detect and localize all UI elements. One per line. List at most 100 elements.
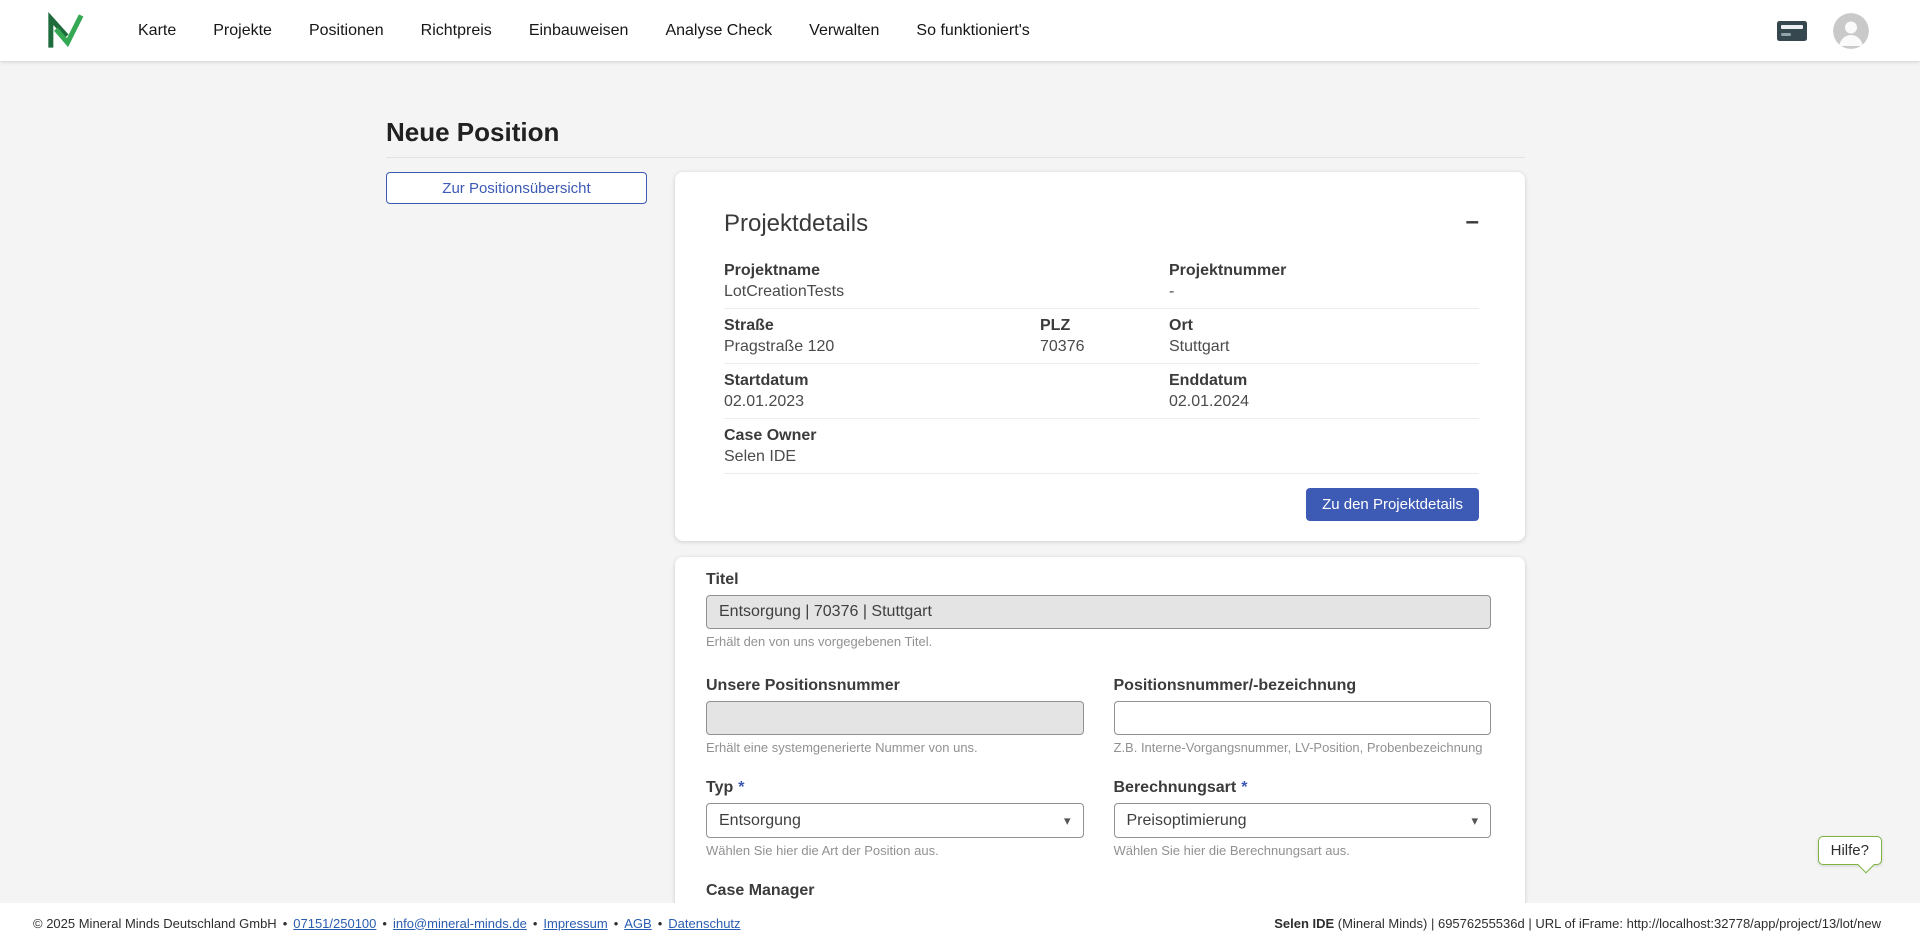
required-asterisk: * — [1241, 779, 1247, 796]
agb-link[interactable]: AGB — [624, 916, 651, 931]
footer-separator: • — [614, 916, 619, 931]
field-label: Ort — [1169, 317, 1479, 335]
page-container: Neue Position Zur Positionsübersicht Pro… — [386, 61, 1525, 903]
positionsnummer-label: Positionsnummer/-bezeichnung — [1114, 677, 1357, 695]
go-to-project-details-button[interactable]: Zu den Projektdetails — [1306, 488, 1479, 521]
project-details-card: Projektdetails – Projektname LotCreation… — [675, 172, 1525, 541]
case-manager-field: Case Manager ▾ — [706, 882, 1084, 903]
project-details-title: Projektdetails — [724, 210, 868, 238]
typ-select-value: Entsorgung — [719, 812, 801, 830]
email-link[interactable]: info@mineral-minds.de — [393, 916, 527, 931]
chevron-down-icon: ▾ — [1064, 813, 1071, 829]
field-label: Straße — [724, 317, 1040, 335]
required-asterisk: * — [738, 779, 744, 796]
typ-label: Typ — [706, 779, 733, 797]
nav-item-richtpreis[interactable]: Richtpreis — [421, 22, 492, 40]
positionsnummer-input[interactable] — [1114, 701, 1492, 735]
main-content: Neue Position Zur Positionsübersicht Pro… — [0, 61, 1920, 903]
datenschutz-link[interactable]: Datenschutz — [668, 916, 740, 931]
field-projektname: Projektname LotCreationTests — [724, 262, 1169, 301]
position-form-card: Titel Erhält den von uns vorgegebenen Ti… — [675, 557, 1525, 903]
nav-item-verwalten[interactable]: Verwalten — [809, 22, 879, 40]
positionsnummer-helper: Z.B. Interne-Vorgangsnummer, LV-Position… — [1114, 740, 1492, 755]
berechnungsart-label: Berechnungsart — [1114, 779, 1237, 797]
field-value: Stuttgart — [1169, 338, 1479, 356]
titel-field: Titel Erhält den von uns vorgegebenen Ti… — [706, 571, 1491, 649]
berechnungsart-select-value: Preisoptimierung — [1127, 812, 1247, 830]
footer-separator: • — [382, 916, 387, 931]
title-divider — [386, 157, 1525, 158]
field-value: 02.01.2023 — [724, 393, 1169, 411]
case-manager-label: Case Manager — [706, 882, 815, 900]
help-button[interactable]: Hilfe? — [1818, 836, 1882, 865]
project-details-header: Projektdetails – — [724, 210, 1479, 238]
collapse-icon[interactable]: – — [1466, 210, 1479, 234]
field-value: Pragstraße 120 — [724, 338, 1040, 356]
footer-separator: • — [658, 916, 663, 931]
user-avatar[interactable] — [1833, 13, 1869, 49]
field-value: LotCreationTests — [724, 283, 1169, 301]
field-label: Projektname — [724, 262, 1169, 280]
positionsnummer-field: Positionsnummer/-bezeichnung Z.B. Intern… — [1114, 677, 1492, 755]
session-user: Selen IDE — [1274, 916, 1334, 931]
nav-item-karte[interactable]: Karte — [138, 22, 176, 40]
field-value: - — [1169, 283, 1479, 301]
person-icon — [1833, 13, 1869, 49]
nav-item-positionen[interactable]: Positionen — [309, 22, 384, 40]
footer-separator: • — [283, 916, 288, 931]
field-projektnummer: Projektnummer - — [1169, 262, 1479, 301]
chevron-down-icon: ▾ — [1471, 813, 1478, 829]
berechnungsart-helper: Wählen Sie hier die Berechnungsart aus. — [1114, 843, 1492, 858]
page-title: Neue Position — [386, 117, 1525, 147]
field-plz: PLZ 70376 — [1040, 317, 1169, 356]
nav-item-so-funktionierts[interactable]: So funktioniert's — [916, 22, 1029, 40]
unsere-positionsnummer-label: Unsere Positionsnummer — [706, 677, 900, 695]
project-details-table: Projektname LotCreationTests Projektnumm… — [724, 254, 1479, 474]
back-to-positions-button[interactable]: Zur Positionsübersicht — [386, 172, 647, 204]
form-grid: Unsere Positionsnummer Erhält eine syste… — [706, 677, 1491, 903]
nav-item-einbauweisen[interactable]: Einbauweisen — [529, 22, 629, 40]
titel-input — [706, 595, 1491, 629]
table-row: Projektname LotCreationTests Projektnumm… — [724, 254, 1479, 309]
field-case-owner: Case Owner Selen IDE — [724, 427, 1169, 466]
field-value: 70376 — [1040, 338, 1169, 356]
server-icon[interactable] — [1777, 21, 1807, 41]
footer-separator: • — [533, 916, 538, 931]
typ-select[interactable]: Entsorgung ▾ — [706, 803, 1084, 838]
field-startdatum: Startdatum 02.01.2023 — [724, 372, 1169, 411]
field-label: Projektnummer — [1169, 262, 1479, 280]
unsere-positionsnummer-field: Unsere Positionsnummer Erhält eine syste… — [706, 677, 1084, 755]
main-column: Projektdetails – Projektname LotCreation… — [675, 172, 1525, 903]
field-enddatum: Enddatum 02.01.2024 — [1169, 372, 1479, 411]
project-details-actions: Zu den Projektdetails — [724, 488, 1479, 521]
top-navigation: Karte Projekte Positionen Richtpreis Ein… — [0, 0, 1920, 61]
nav-item-analyse-check[interactable]: Analyse Check — [665, 22, 772, 40]
titel-label: Titel — [706, 571, 739, 589]
main-nav: Karte Projekte Positionen Richtpreis Ein… — [138, 22, 1030, 40]
unsere-positionsnummer-input — [706, 701, 1084, 735]
footer-left: © 2025 Mineral Minds Deutschland GmbH • … — [33, 916, 741, 931]
field-label: PLZ — [1040, 317, 1169, 335]
field-label: Enddatum — [1169, 372, 1479, 390]
session-details: (Mineral Minds) | 69576255536d | URL of … — [1334, 916, 1881, 931]
field-value: Selen IDE — [724, 448, 1169, 466]
phone-link[interactable]: 07151/250100 — [293, 916, 376, 931]
impressum-link[interactable]: Impressum — [543, 916, 607, 931]
typ-field: Typ * Entsorgung ▾ Wählen Sie hier die Ar… — [706, 779, 1084, 858]
field-strasse: Straße Pragstraße 120 — [724, 317, 1040, 356]
berechnungsart-select[interactable]: Preisoptimierung ▾ — [1114, 803, 1492, 838]
footer: © 2025 Mineral Minds Deutschland GmbH • … — [0, 903, 1920, 943]
table-row: Case Owner Selen IDE — [724, 419, 1479, 474]
field-ort: Ort Stuttgart — [1169, 317, 1479, 356]
session-info: Selen IDE (Mineral Minds) | 69576255536d… — [1274, 916, 1881, 931]
content-grid: Zur Positionsübersicht Projektdetails – … — [386, 172, 1525, 903]
mineral-minds-logo[interactable] — [45, 11, 85, 51]
copyright-text: © 2025 Mineral Minds Deutschland GmbH — [33, 916, 277, 931]
side-column: Zur Positionsübersicht — [386, 172, 647, 204]
nav-right-controls — [1777, 13, 1869, 49]
table-row: Straße Pragstraße 120 PLZ 70376 Ort Stut… — [724, 309, 1479, 364]
nav-item-projekte[interactable]: Projekte — [213, 22, 272, 40]
berechnungsart-field: Berechnungsart* Preisoptimierung ▾ Wähle… — [1114, 779, 1492, 858]
typ-helper: Wählen Sie hier die Art der Position aus… — [706, 843, 1084, 858]
field-value: 02.01.2024 — [1169, 393, 1479, 411]
